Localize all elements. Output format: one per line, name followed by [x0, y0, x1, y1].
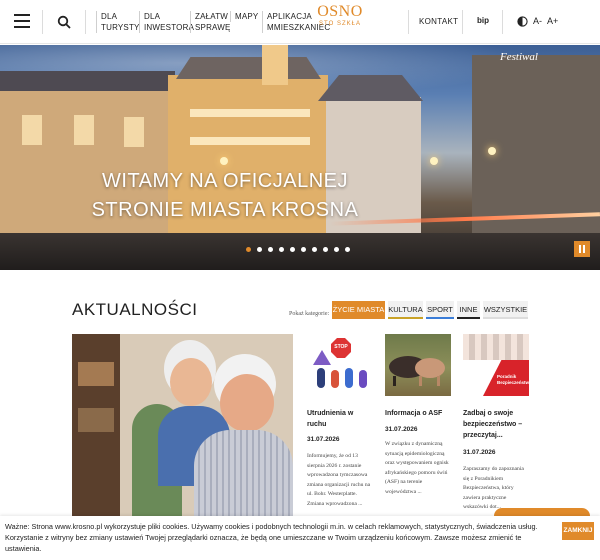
- pause-icon: [583, 245, 585, 253]
- filter-zycie-miasta[interactable]: ŻYCIE MIASTA: [332, 301, 385, 319]
- krosno-logo[interactable]: OSNO STO SZKŁA: [316, 4, 364, 40]
- hero-sign: Festiwal: [500, 51, 538, 63]
- leg: [419, 376, 422, 386]
- news-card-image: Poradnik Bezpieczeństwa: [463, 334, 529, 396]
- logo-text: OSNO: [317, 3, 363, 20]
- slider-dot[interactable]: [290, 247, 295, 252]
- building-far-right: [472, 55, 600, 235]
- news-card-excerpt: Informujemy, że od 13 sierpnia 2026 r. z…: [307, 453, 371, 507]
- kontakt-link[interactable]: KONTAKT: [419, 17, 458, 26]
- slider-dot[interactable]: [334, 247, 339, 252]
- man-shirt: [194, 430, 293, 520]
- news-card-excerpt: Zapraszamy do zapoznania się z Poradniki…: [463, 466, 524, 511]
- news-card-title[interactable]: Informacja o ASF: [385, 408, 453, 419]
- cookie-message: Ważne: Strona www.krosno.pl wykorzystuje…: [5, 522, 538, 553]
- slider-dot[interactable]: [323, 247, 328, 252]
- slider-dot[interactable]: [312, 247, 317, 252]
- slider-pause-button[interactable]: [574, 241, 590, 257]
- filter-kultura[interactable]: KULTURA: [388, 301, 423, 319]
- contrast-icon[interactable]: [517, 16, 528, 27]
- street-lamp: [220, 157, 228, 165]
- hamburger-menu-icon[interactable]: [14, 14, 30, 28]
- person-figure: [345, 368, 353, 388]
- filter-label: Pokaż kategorie:: [289, 311, 330, 317]
- news-card-date: 31.07.2026: [385, 426, 418, 433]
- nav-dla-inwestora[interactable]: DLA INWESTORA: [139, 11, 194, 33]
- news-card-image: STOP: [307, 334, 373, 396]
- font-increase-button[interactable]: A+: [547, 16, 558, 26]
- lit-windows: [190, 137, 310, 145]
- news-card-date: 31.07.2026: [307, 436, 340, 443]
- font-decrease-button[interactable]: A-: [533, 16, 542, 26]
- street-lamp: [430, 157, 438, 165]
- slider-dot[interactable]: [246, 247, 251, 252]
- slider-dot[interactable]: [279, 247, 284, 252]
- news-card-image: [385, 334, 451, 396]
- filter-inne[interactable]: INNE: [457, 301, 480, 319]
- cookie-banner: Ważne: Strona www.krosno.pl wykorzystuje…: [0, 516, 600, 560]
- cookie-close-button[interactable]: ZAMKNIJ: [562, 522, 594, 540]
- slider-dot[interactable]: [301, 247, 306, 252]
- leg: [437, 376, 440, 386]
- pig-icon: [415, 358, 445, 378]
- window: [124, 117, 144, 147]
- person-figure: [317, 368, 325, 388]
- header-divider: [85, 10, 86, 34]
- site-header: DLA TURYSTY DLA INWESTORA ZAŁATW SPRAWĘ MAP…: [0, 0, 600, 44]
- leg: [393, 376, 396, 386]
- bip-link[interactable]: bip: [477, 16, 489, 25]
- clock-tower: [262, 45, 288, 85]
- person-figure: [331, 370, 339, 388]
- header-divider: [408, 10, 409, 34]
- featured-news-photo[interactable]: [72, 334, 293, 520]
- street-lamp: [488, 147, 496, 155]
- search-icon[interactable]: [57, 15, 71, 29]
- person-figure: [359, 370, 367, 388]
- hero-slider: Festiwal WITAMY NA OFICJALNEJ STRONIE MI…: [0, 45, 600, 270]
- pause-icon: [579, 245, 581, 253]
- window: [74, 115, 94, 145]
- header-divider: [42, 10, 43, 34]
- news-section-title: AKTUALNOŚCI: [72, 300, 198, 319]
- roof-left: [0, 71, 175, 91]
- filter-sport[interactable]: SPORT: [426, 301, 454, 319]
- books: [78, 362, 114, 386]
- slider-dot[interactable]: [345, 247, 350, 252]
- news-card-date: 31.07.2026: [463, 449, 496, 456]
- woman-face: [170, 358, 212, 406]
- logo-tagline: STO SZKŁA: [319, 21, 361, 27]
- nav-dla-turysty[interactable]: DLA TURYSTY: [96, 11, 140, 33]
- hero-title-line1: WITAMY NA OFICJALNEJ: [102, 170, 348, 192]
- crowd-figures: [463, 334, 529, 360]
- news-card-title[interactable]: Utrudnienia w ruchu: [307, 408, 375, 430]
- poradnik-label: Poradnik Bezpieczeństwa: [497, 374, 529, 385]
- slider-dot[interactable]: [268, 247, 273, 252]
- news-card-excerpt: W związku z dynamiczną sytuacją epidemio…: [385, 441, 449, 495]
- stop-sign-text: STOP: [334, 344, 348, 350]
- header-divider: [502, 10, 503, 34]
- nav-mapy[interactable]: MAPY: [230, 11, 258, 22]
- header-divider: [462, 10, 463, 34]
- warning-sign-icon: [313, 350, 331, 365]
- window: [22, 115, 42, 145]
- nav-zalatw-sprawe[interactable]: ZAŁATW SPRAWĘ: [190, 11, 231, 33]
- books: [78, 408, 114, 432]
- filter-wszystkie[interactable]: WSZYSTKIE: [483, 301, 528, 319]
- hero-title-line2: STRONIE MIASTA KROSNA: [91, 199, 359, 221]
- slider-dot[interactable]: [257, 247, 262, 252]
- roof-townhall: [176, 57, 321, 79]
- news-card-title[interactable]: Zadbaj o swoje bezpieczeństwo – przeczyt…: [463, 408, 531, 441]
- street: [0, 233, 600, 270]
- man-face: [220, 374, 274, 432]
- lit-windows: [190, 109, 310, 117]
